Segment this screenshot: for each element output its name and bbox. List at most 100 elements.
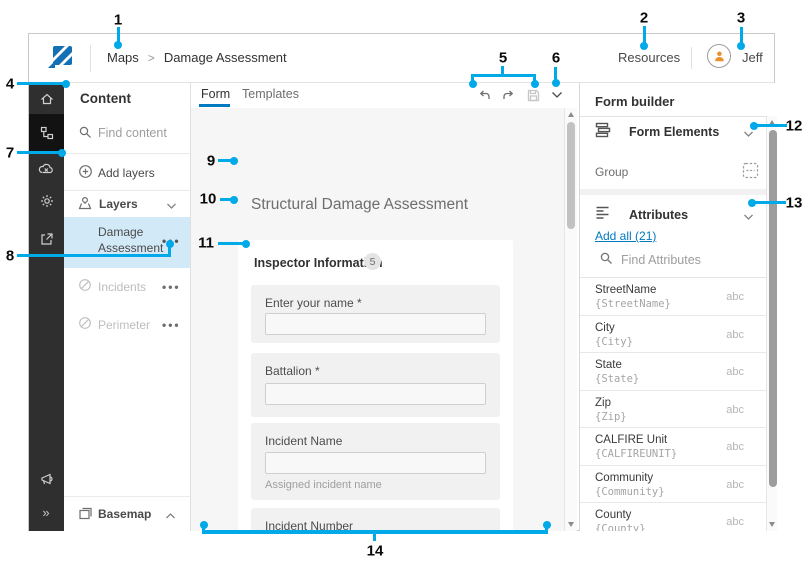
scroll-down-icon[interactable] [568,522,574,527]
callout-line [740,27,743,43]
search-icon [599,251,613,270]
scroll-down-icon[interactable] [769,522,775,527]
offline-cloud-icon[interactable] [29,152,64,184]
field-type-abc: abc [726,366,744,378]
callout-dot [230,157,238,165]
user-avatar[interactable] [707,44,731,68]
callout-2: 2 [640,10,648,27]
builder-scrollbar[interactable] [766,116,777,531]
callout-dot [748,199,756,207]
layer-item-perimeter[interactable]: Perimeter ••• [64,306,190,340]
content-layers-icon[interactable] [29,114,64,151]
home-icon[interactable] [29,83,64,115]
content-panel: Content Find content Add layers Layers [64,83,191,531]
breadcrumb: Maps>Damage Assessment [107,50,287,65]
attribute-row-community[interactable]: Community {Community} abc [580,466,766,504]
attribute-row-state[interactable]: State {State} abc [580,353,766,391]
callout-dot [469,80,477,88]
callout-dot [543,521,551,529]
attribute-row-streetname[interactable]: StreetName {StreetName} abc [580,278,766,316]
group-element-icon[interactable] [742,162,759,184]
attributes-icon [595,205,613,226]
basemap-row[interactable]: Basemap [64,496,190,531]
callout-dot [242,240,250,248]
app-window: Maps>Damage Assessment Resources Jeff [28,33,775,531]
attribute-row-zip[interactable]: Zip {Zip} abc [580,391,766,429]
tab-form[interactable]: Form [201,87,230,101]
callout-line [17,151,59,154]
breadcrumb-current: Damage Assessment [164,50,287,65]
attribute-row-city[interactable]: City {City} abc [580,316,766,354]
text-input[interactable] [265,383,486,405]
callout-dot [750,122,758,130]
callout-line [643,26,646,43]
field-type-abc: abc [726,291,744,303]
callout-dot [58,149,66,157]
chevron-down-icon[interactable] [743,208,754,226]
layer-name-line1: Damage [98,225,143,239]
callout-13: 13 [786,195,803,212]
text-input[interactable] [265,452,486,474]
header-divider [691,47,692,69]
resources-link[interactable]: Resources [618,50,680,65]
canvas-scrollbar[interactable] [564,108,577,531]
layer-item-incidents[interactable]: Incidents ••• [64,268,190,302]
undo-icon[interactable] [475,86,493,104]
form-field-battalion[interactable]: Battalion * [251,353,500,417]
feedback-megaphone-icon[interactable] [29,463,64,495]
chevron-up-icon[interactable] [165,507,176,525]
add-all-link[interactable]: Add all (21) [595,229,656,243]
callout-3: 3 [737,10,745,27]
save-icon[interactable] [524,86,542,104]
callout-line [117,27,120,42]
callout-dot [640,42,648,50]
chevron-down-icon[interactable] [166,197,177,215]
scroll-up-icon[interactable] [568,112,574,117]
user-name[interactable]: Jeff [742,50,763,65]
breadcrumb-maps-link[interactable]: Maps [107,50,139,65]
text-input[interactable] [265,313,486,335]
form-group-card[interactable]: Inspector Information 5 Enter your name … [238,240,513,531]
form-elements-header[interactable]: Form Elements [629,125,719,139]
tab-templates[interactable]: Templates [242,87,299,101]
visibility-off-icon [78,316,92,335]
add-layers-button[interactable]: Add layers [64,154,190,190]
divider [580,116,777,117]
form-builder-panel: Form builder Form Elements Group Attribu… [579,83,776,531]
group-element-item[interactable]: Group [595,165,628,179]
form-preview-canvas: Structural Damage Assessment Inspector I… [191,108,564,531]
overflow-menu-icon[interactable]: ••• [162,280,181,294]
attribute-row-county[interactable]: County {County} abc [580,503,766,531]
form-title[interactable]: Structural Damage Assessment [251,196,468,214]
scrollbar-thumb[interactable] [769,130,777,487]
callout-dot [200,521,208,529]
form-field-incident-name[interactable]: Incident Name Assigned incident name [251,423,500,500]
chevron-down-icon[interactable] [548,86,566,104]
attribute-row-calfire-unit[interactable]: CALFIRE Unit {CALFIREUNIT} abc [580,428,766,466]
callout-5: 5 [499,50,507,67]
section-gap [580,189,766,195]
field-helper-text: Assigned incident name [265,479,382,491]
redo-icon[interactable] [499,86,517,104]
callout-4: 4 [6,76,14,93]
find-content-input[interactable]: Find content [98,126,167,140]
callout-line [755,201,786,204]
form-field-incident-number[interactable]: Incident Number Assigned incident number [251,508,500,531]
overflow-menu-icon[interactable]: ••• [162,318,181,332]
collapse-rail-icon[interactable]: » [29,496,64,528]
callout-1: 1 [114,12,122,29]
callout-line [757,124,787,127]
settings-gear-icon[interactable] [29,185,64,217]
layers-section-header[interactable]: Layers [64,190,190,217]
form-canvas-column: Form Templates Structural Damage Assessm… [191,83,577,531]
attributes-header[interactable]: Attributes [629,208,688,222]
callout-6: 6 [552,50,560,67]
screenshot-stage: Maps>Damage Assessment Resources Jeff [0,0,810,569]
share-export-icon[interactable] [29,223,64,255]
active-tab-underline [199,104,230,107]
find-attributes-input[interactable]: Find Attributes [621,253,701,267]
form-field-name[interactable]: Enter your name * [251,285,500,343]
basemap-icon [78,506,93,526]
search-icon [78,125,92,144]
scrollbar-thumb[interactable] [567,122,575,229]
